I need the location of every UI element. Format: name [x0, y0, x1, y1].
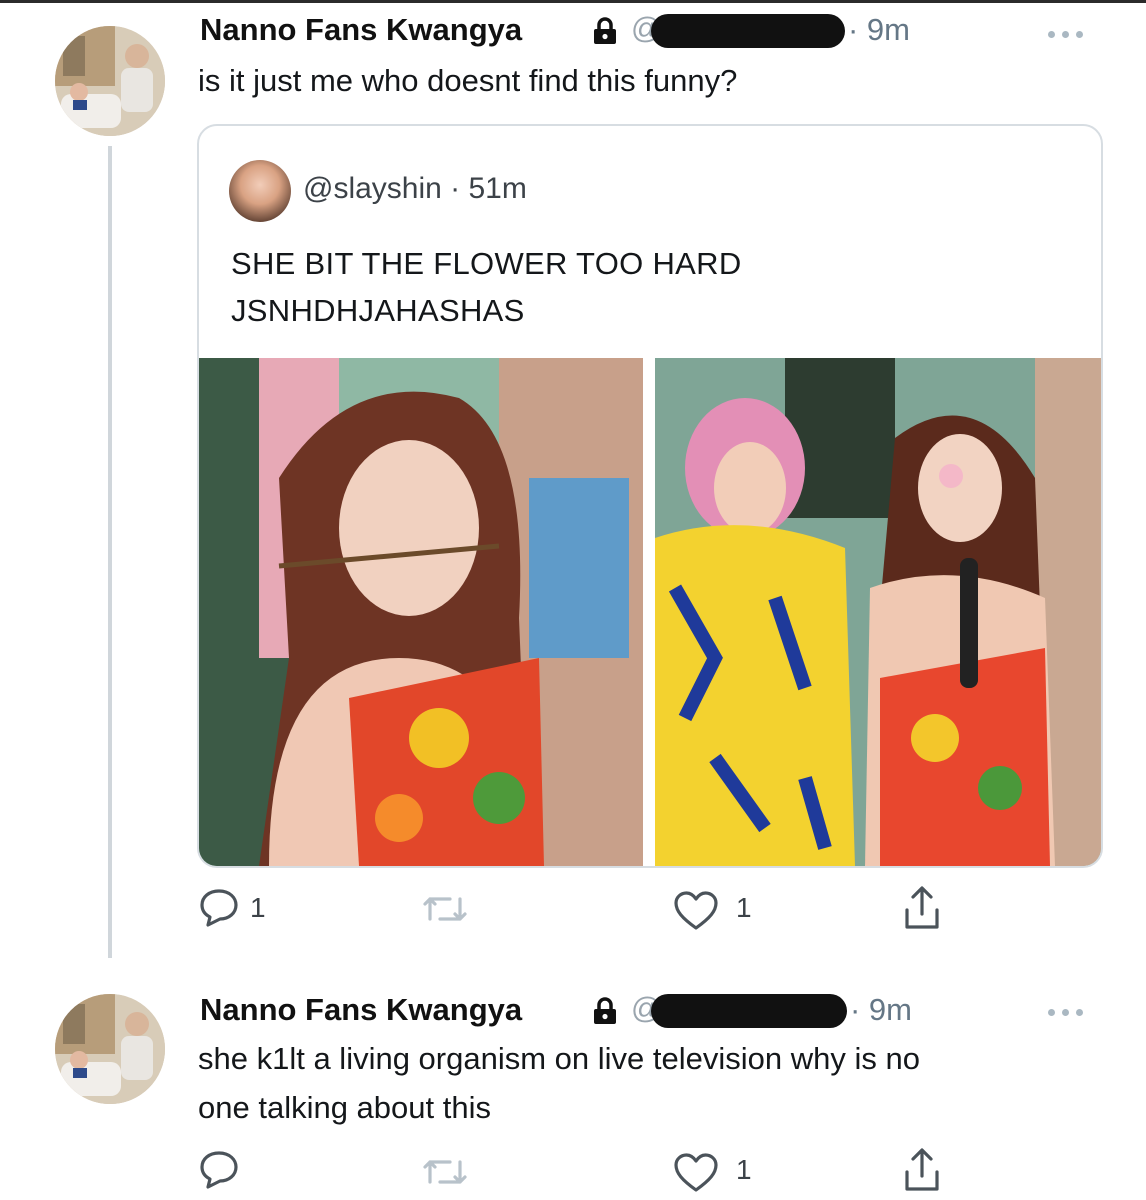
tweet-text-line1: she k1lt a living organism on live telev… — [198, 1041, 920, 1076]
retweet-icon — [423, 897, 467, 921]
tweet-text: is it just me who doesnt find this funny… — [198, 63, 738, 98]
retweet-button[interactable] — [422, 1156, 468, 1188]
like-count: 1 — [736, 892, 752, 923]
quoted-photo-left[interactable] — [199, 358, 643, 866]
quoted-text-line2: JSNHDHJAHASHAS — [231, 293, 525, 328]
avatar[interactable] — [55, 26, 165, 136]
tweet-text: she k1lt a living organism on live telev… — [198, 1034, 920, 1132]
quoted-text: SHE BIT THE FLOWER TOO HARD JSNHDHJAHASH… — [231, 240, 742, 334]
more-icon[interactable] — [1048, 28, 1088, 40]
like-count: 1 — [736, 1154, 752, 1185]
quoted-text-line1: SHE BIT THE FLOWER TOO HARD — [231, 246, 742, 281]
share-icon — [905, 1148, 939, 1191]
quoted-handle[interactable]: @slayshin · 51m — [303, 172, 527, 206]
avatar[interactable] — [55, 994, 165, 1104]
reply-button[interactable] — [198, 1150, 240, 1190]
like-button[interactable] — [672, 1152, 720, 1194]
retweet-icon — [423, 1160, 467, 1184]
quoted-tweet[interactable]: @slayshin · 51m SHE BIT THE FLOWER TOO H… — [197, 124, 1103, 868]
thread-line — [108, 146, 112, 958]
top-divider — [0, 0, 1146, 3]
like-button[interactable] — [672, 890, 720, 932]
share-icon — [905, 886, 939, 929]
timestamp[interactable]: · 9m — [850, 992, 912, 1028]
reply-button[interactable] — [198, 888, 240, 928]
timestamp[interactable]: · 9m — [848, 12, 910, 48]
share-button[interactable] — [902, 1146, 942, 1194]
reply-icon — [200, 889, 238, 927]
reply-icon — [200, 1151, 238, 1189]
redacted-handle — [651, 994, 847, 1028]
lock-icon — [594, 997, 616, 1024]
more-icon[interactable] — [1048, 1006, 1088, 1018]
redacted-handle — [651, 14, 845, 48]
heart-icon — [674, 891, 718, 930]
author-name[interactable]: Nanno Fans Kwangya — [200, 992, 522, 1028]
quoted-avatar — [229, 160, 291, 222]
share-button[interactable] — [902, 884, 942, 932]
author-name[interactable]: Nanno Fans Kwangya — [200, 12, 522, 48]
quoted-photo-right[interactable] — [655, 358, 1101, 866]
lock-icon — [594, 17, 616, 44]
tweet-text-line2: one talking about this — [198, 1090, 491, 1125]
reply-count: 1 — [250, 892, 266, 923]
heart-icon — [674, 1153, 718, 1192]
retweet-button[interactable] — [422, 893, 468, 925]
